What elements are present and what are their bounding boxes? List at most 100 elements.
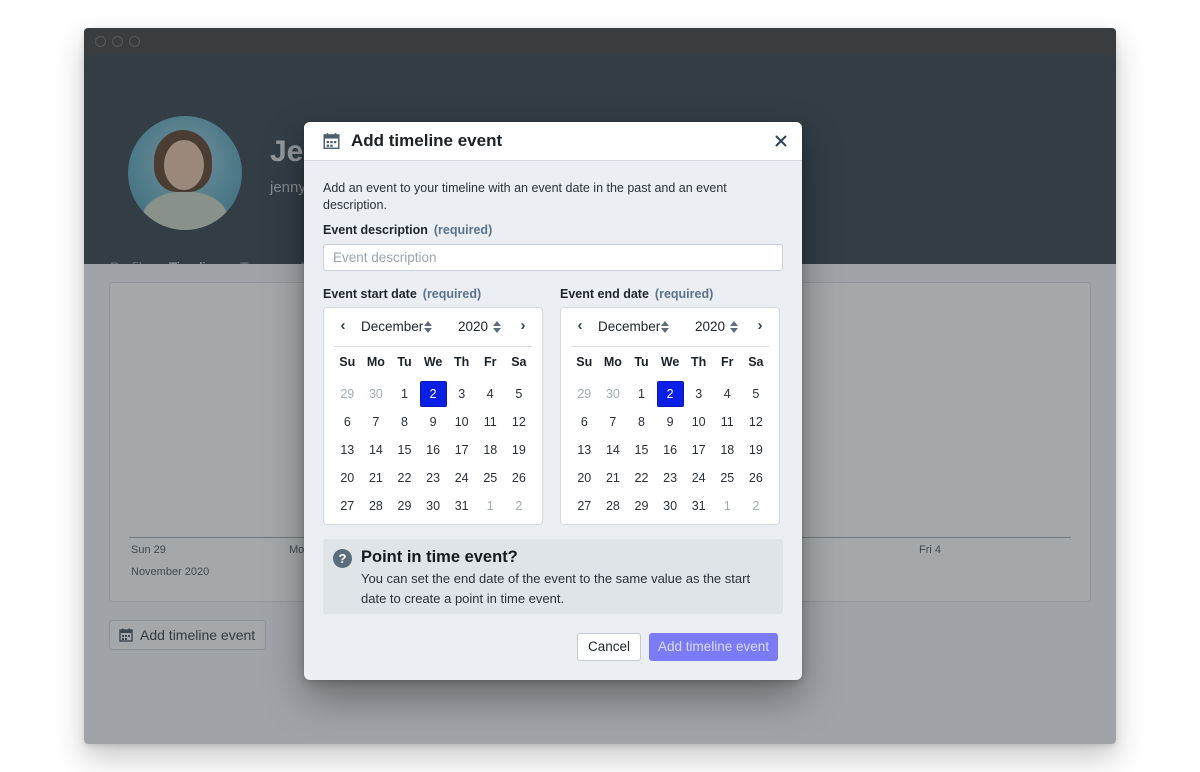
calendar-day[interactable]: 23 — [657, 465, 684, 491]
calendar-grid: Su Mo Tu We Th Fr Sa 29 30 1 2 3 4 5 6 7 8 9 10 11 12 13 14 15 1… — [333, 353, 533, 521]
calendar-day[interactable]: 5 — [505, 381, 532, 407]
event-description-input[interactable] — [323, 244, 783, 271]
dialog-intro: Add an event to your timeline with an ev… — [323, 181, 727, 212]
calendar-day[interactable]: 9 — [657, 409, 684, 435]
question-icon: ? — [333, 549, 352, 568]
next-month-button[interactable]: › — [753, 318, 767, 334]
dialog-header: Add timeline event — [304, 122, 802, 161]
hint-title: Point in time event? — [361, 548, 518, 566]
window-close-control[interactable] — [95, 36, 106, 47]
calendar-day[interactable]: 30 — [657, 493, 684, 519]
previous-month-button[interactable]: ‹ — [573, 318, 587, 334]
window-maximize-control[interactable] — [129, 36, 140, 47]
calendar-day[interactable]: 2 — [742, 493, 769, 519]
event-description-label: Event description (required) — [323, 223, 493, 237]
calendar-day[interactable]: 29 — [571, 381, 598, 407]
calendar-day[interactable]: 30 — [599, 381, 626, 407]
close-icon[interactable] — [772, 132, 790, 150]
weekday-header: Su — [576, 355, 593, 369]
calendar-day[interactable]: 18 — [714, 437, 741, 463]
calendar-day[interactable]: 2 — [505, 493, 532, 519]
next-month-button[interactable]: › — [516, 318, 530, 334]
calendar-day[interactable]: 26 — [505, 465, 532, 491]
calendar-day[interactable]: 3 — [448, 381, 475, 407]
calendar-day[interactable]: 31 — [448, 493, 475, 519]
dialog-title: Add timeline event — [351, 131, 503, 150]
calendar-day[interactable]: 15 — [628, 437, 655, 463]
calendar-day[interactable]: 24 — [685, 465, 712, 491]
calendar-day[interactable]: 30 — [420, 493, 447, 519]
calendar-day[interactable]: 11 — [477, 409, 504, 435]
calendar-day[interactable]: 4 — [714, 381, 741, 407]
calendar-day[interactable]: 22 — [391, 465, 418, 491]
calendar-day[interactable]: 25 — [477, 465, 504, 491]
weekday-header: Th — [691, 355, 707, 369]
calendar-day[interactable]: 17 — [448, 437, 475, 463]
calendar-day[interactable]: 1 — [391, 381, 418, 407]
start-date-calendar: ‹ December 2020 › Su Mo Tu We Th Fr Sa 29 30 1 2 3 4… — [323, 307, 543, 525]
calendar-day[interactable]: 10 — [685, 409, 712, 435]
calendar-day[interactable]: 20 — [571, 465, 598, 491]
calendar-day[interactable]: 12 — [742, 409, 769, 435]
month-select[interactable]: December — [361, 319, 433, 334]
calendar-day[interactable]: 5 — [742, 381, 769, 407]
calendar-day[interactable]: 21 — [362, 465, 389, 491]
calendar-day[interactable]: 28 — [362, 493, 389, 519]
calendar-day[interactable]: 3 — [685, 381, 712, 407]
calendar-day[interactable]: 23 — [420, 465, 447, 491]
calendar-day[interactable]: 7 — [599, 409, 626, 435]
calendar-day[interactable]: 22 — [628, 465, 655, 491]
calendar-day[interactable]: 8 — [628, 409, 655, 435]
calendar-day[interactable]: 11 — [714, 409, 741, 435]
add-timeline-event-submit-button[interactable]: Add timeline event — [649, 633, 779, 661]
calendar-day[interactable]: 13 — [334, 437, 361, 463]
calendar-day[interactable]: 30 — [362, 381, 389, 407]
calendar-day[interactable]: 10 — [448, 409, 475, 435]
weekday-header: Sa — [511, 355, 527, 369]
calendar-day[interactable]: 17 — [685, 437, 712, 463]
year-select[interactable]: 2020 — [695, 319, 739, 334]
month-select[interactable]: December — [598, 319, 670, 334]
calendar-day[interactable]: 8 — [391, 409, 418, 435]
calendar-day[interactable]: 14 — [362, 437, 389, 463]
calendar-day[interactable]: 13 — [571, 437, 598, 463]
calendar-day[interactable]: 12 — [505, 409, 532, 435]
calendar-day[interactable]: 29 — [628, 493, 655, 519]
calendar-day[interactable]: 1 — [714, 493, 741, 519]
calendar-day[interactable]: 1 — [477, 493, 504, 519]
previous-month-button[interactable]: ‹ — [336, 318, 350, 334]
calendar-day[interactable]: 19 — [742, 437, 769, 463]
calendar-day-selected[interactable]: 2 — [419, 381, 447, 407]
calendar-day[interactable]: 14 — [599, 437, 626, 463]
select-arrows-icon — [493, 320, 502, 333]
calendar-day[interactable]: 16 — [657, 437, 684, 463]
calendar-day[interactable]: 28 — [599, 493, 626, 519]
calendar-day[interactable]: 6 — [571, 409, 598, 435]
calendar-day[interactable]: 25 — [714, 465, 741, 491]
year-select[interactable]: 2020 — [458, 319, 502, 334]
end-date-label: Event end date (required) — [560, 287, 714, 301]
calendar-day[interactable]: 29 — [391, 493, 418, 519]
calendar-day[interactable]: 31 — [685, 493, 712, 519]
calendar-day[interactable]: 15 — [391, 437, 418, 463]
cancel-button[interactable]: Cancel — [577, 633, 642, 661]
calendar-day[interactable]: 20 — [334, 465, 361, 491]
calendar-day[interactable]: 27 — [571, 493, 598, 519]
calendar-day[interactable]: 29 — [334, 381, 361, 407]
calendar-day[interactable]: 27 — [334, 493, 361, 519]
window-minimize-control[interactable] — [112, 36, 123, 47]
calendar-day[interactable]: 21 — [599, 465, 626, 491]
calendar-day-selected[interactable]: 2 — [656, 381, 684, 407]
weekday-header: Th — [454, 355, 470, 369]
calendar-day[interactable]: 16 — [420, 437, 447, 463]
calendar-day[interactable]: 19 — [505, 437, 532, 463]
weekday-header: Mo — [603, 355, 622, 369]
calendar-day[interactable]: 26 — [742, 465, 769, 491]
calendar-day[interactable]: 18 — [477, 437, 504, 463]
calendar-day[interactable]: 6 — [334, 409, 361, 435]
calendar-day[interactable]: 1 — [628, 381, 655, 407]
calendar-day[interactable]: 9 — [420, 409, 447, 435]
calendar-day[interactable]: 7 — [362, 409, 389, 435]
calendar-day[interactable]: 4 — [477, 381, 504, 407]
calendar-day[interactable]: 24 — [448, 465, 475, 491]
